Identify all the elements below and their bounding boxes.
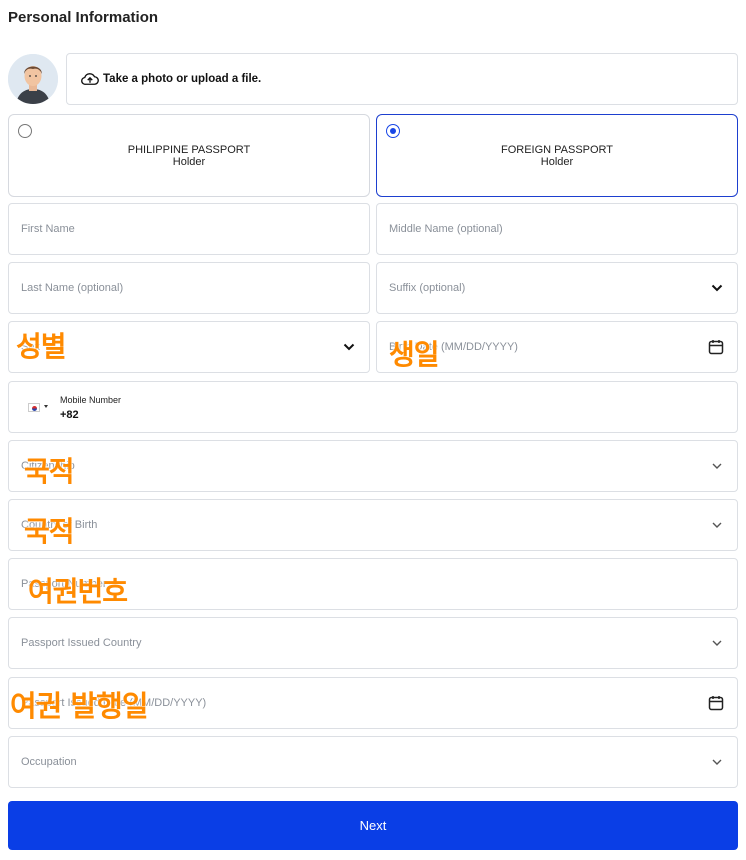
chevron-down-icon [711,284,723,292]
radio-button[interactable] [18,124,32,138]
next-button[interactable]: Next [8,801,738,850]
annotation-passport-issued-date: 여권 발행일 [10,689,148,723]
upload-label: Take a photo or upload a file. [103,73,262,85]
cloud-upload-icon [81,73,99,85]
country-of-birth-select[interactable]: Country of Birth [8,499,738,551]
calendar-icon[interactable] [708,695,724,711]
mobile-number-value: +82 [60,409,79,421]
occupation-select[interactable]: Occupation [8,736,738,788]
middle-name-field[interactable]: Middle Name (optional) [376,203,738,255]
foreign-passport-option[interactable]: FOREIGN PASSPORT Holder [376,114,738,197]
calendar-icon[interactable] [708,339,724,355]
photo-upload-button[interactable]: Take a photo or upload a file. [66,53,738,105]
person-avatar-icon [8,54,58,104]
radio-button-selected[interactable] [386,124,400,138]
annotation-birth-date: 생일 [389,338,440,371]
mobile-number-label: Mobile Number [60,395,122,405]
annotation-sex: 성별 [16,330,67,363]
annotation-citizenship: 국적 [24,455,75,488]
avatar [8,54,58,104]
option-label: PHILIPPINE PASSPORT Holder [127,144,251,168]
option-label: FOREIGN PASSPORT Holder [500,144,614,168]
chevron-down-icon [712,759,722,765]
philippine-passport-option[interactable]: PHILIPPINE PASSPORT Holder [8,114,370,197]
annotation-passport-number: 여권번호 [28,575,128,608]
chevron-down-icon [712,640,722,646]
south-korea-flag-icon[interactable] [28,403,40,412]
last-name-field[interactable]: Last Name (optional) [8,262,370,314]
passport-issued-country-select[interactable]: Passport Issued Country [8,617,738,669]
first-name-field[interactable]: First Name [8,203,370,255]
suffix-select[interactable]: Suffix (optional) [376,262,738,314]
citizenship-select[interactable]: Citizenship [8,440,738,492]
page-title: Personal Information [8,9,159,26]
annotation-country-of-birth: 국적 [24,515,75,548]
chevron-down-icon [343,343,355,351]
chevron-down-icon [712,522,722,528]
mobile-number-field[interactable]: Mobile Number +82 [8,381,738,433]
chevron-down-icon [712,463,722,469]
caret-down-icon[interactable] [44,405,48,408]
